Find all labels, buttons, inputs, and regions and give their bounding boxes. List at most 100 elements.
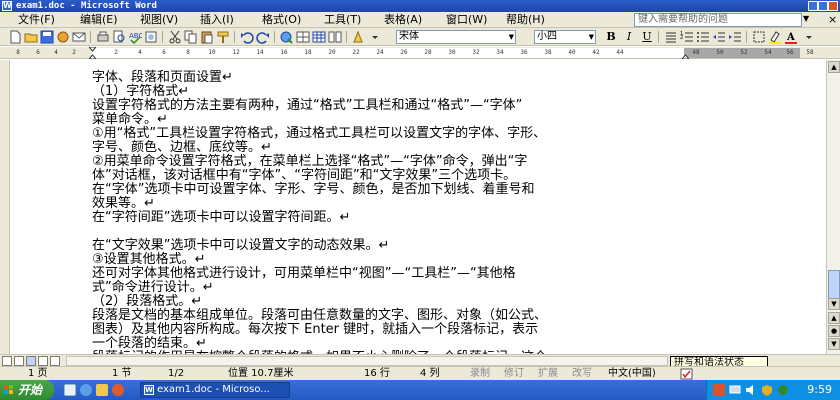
volume-icon[interactable] [745, 384, 757, 396]
menu-tools[interactable]: 工具(T) [324, 12, 361, 28]
font-color-icon[interactable]: A [784, 30, 798, 44]
vertical-ruler[interactable] [0, 60, 10, 354]
permission-icon[interactable] [56, 30, 70, 44]
format-painter-icon[interactable] [216, 30, 230, 44]
toolbar-options-icon[interactable] [802, 30, 816, 44]
media-player-icon[interactable] [112, 384, 124, 396]
align-justify-icon[interactable] [664, 30, 678, 44]
email-icon[interactable] [72, 30, 86, 44]
document-line[interactable]: 在“文字效果”选项卡中可以设置文字的动态效果。↵ [92, 238, 389, 253]
tables-borders-icon[interactable] [296, 30, 310, 44]
document-line[interactable]: 在“字体”选项卡中可设置字体、字形、字号、颜色，是否加下划线、着重号和 [92, 182, 534, 197]
menu-view[interactable]: 视图(V) [140, 12, 178, 28]
word-app-icon[interactable]: W [2, 1, 12, 11]
document-line[interactable]: 段落是文档的基本组成单位。段落可由任意数量的文字、图形、对象（如公式、 [92, 308, 547, 323]
insert-table-icon[interactable] [312, 30, 326, 44]
help-search-input[interactable]: 键入需要帮助的问题 [634, 13, 802, 27]
bullets-icon[interactable] [696, 30, 710, 44]
decrease-indent-icon[interactable] [712, 30, 726, 44]
numbering-icon[interactable]: 12 [680, 30, 694, 44]
document-close-button[interactable]: × [828, 13, 837, 26]
spelling-icon[interactable]: ABC [128, 30, 142, 44]
cut-icon[interactable] [168, 30, 182, 44]
toolbar-options-icon[interactable] [368, 30, 382, 44]
outside-border-icon[interactable] [752, 30, 766, 44]
normal-view-icon[interactable] [2, 356, 12, 366]
document-line[interactable]: ②用菜单命令设置字符格式，在菜单栏上选择“格式”—“字体”命令，弹出“字 [92, 154, 527, 169]
start-button[interactable]: 开始 [0, 380, 54, 400]
outline-view-icon[interactable] [38, 356, 48, 366]
scroll-down-icon[interactable]: ▼ [828, 298, 840, 310]
document-line[interactable]: ③设置其他格式。↵ [92, 252, 206, 267]
document-line[interactable]: 字号、颜色、边框、底纹等。↵ [92, 140, 272, 155]
document-line[interactable]: 效果等。↵ [92, 196, 155, 211]
document-line[interactable]: 图表）及其他内容所构成。每次按下 Enter 键时，就插入一个段落标记，表示 [92, 322, 538, 337]
paste-icon[interactable] [200, 30, 214, 44]
horizontal-scrollbar[interactable] [66, 356, 668, 366]
increase-indent-icon[interactable] [728, 30, 742, 44]
redo-icon[interactable] [256, 30, 270, 44]
columns-icon[interactable] [328, 30, 342, 44]
indent-marker-icon[interactable] [87, 46, 98, 60]
menu-format[interactable]: 格式(O) [262, 12, 301, 28]
maximize-button[interactable] [818, 1, 828, 11]
font-size-select[interactable]: 小四 ▼ [534, 30, 596, 44]
menu-table[interactable]: 表格(A) [384, 12, 422, 28]
folder-icon[interactable] [96, 384, 108, 396]
menu-insert[interactable]: 插入(I) [200, 12, 234, 28]
document-area[interactable]: 字体、段落和页面设置↵ （1）字符格式↵ 设置字符格式的方法主要有两种，通过“格… [0, 60, 826, 354]
underline-button[interactable]: U [640, 30, 654, 44]
messenger-icon[interactable] [777, 384, 789, 396]
document-line[interactable]: （1）字符格式↵ [92, 84, 189, 99]
reading-layout-view-icon[interactable] [50, 356, 60, 366]
drawing-icon[interactable] [352, 30, 366, 44]
scroll-up-icon[interactable]: ▲ [828, 61, 840, 73]
italic-button[interactable]: I [622, 30, 636, 44]
undo-icon[interactable] [240, 30, 254, 44]
web-layout-view-icon[interactable] [14, 356, 24, 366]
next-page-icon[interactable]: ▼ [828, 338, 840, 350]
bold-button[interactable]: B [604, 30, 618, 44]
status-overtype[interactable]: 改写 [572, 367, 592, 381]
select-browse-object-icon[interactable]: ● [828, 325, 840, 337]
highlight-icon[interactable] [768, 30, 782, 44]
document-line[interactable]: ①用“格式”工具栏设置字符格式，通过格式工具栏可以设置文字的字体、字形、 [92, 126, 546, 141]
shield-icon[interactable] [761, 384, 773, 396]
scrollbar-thumb[interactable] [828, 270, 840, 300]
print-icon[interactable] [96, 30, 110, 44]
document-line[interactable]: 一个段落的结束。↵ [92, 336, 207, 351]
desktop-icon[interactable] [64, 384, 76, 396]
vertical-scrollbar[interactable]: ▲ ▼ ▲ ● ▼ [826, 60, 840, 354]
insert-hyperlink-icon[interactable] [280, 30, 294, 44]
menu-edit[interactable]: 编辑(E) [80, 12, 118, 28]
document-line[interactable]: 字体、段落和页面设置↵ [92, 70, 233, 85]
browser-icon[interactable] [80, 384, 92, 396]
open-folder-icon[interactable] [24, 30, 38, 44]
status-extend[interactable]: 扩展 [538, 367, 558, 381]
font-name-select[interactable]: 宋体 ▼ [396, 30, 516, 44]
taskbar-word-window[interactable]: W exam1.doc - Microso... [140, 382, 290, 398]
new-document-icon[interactable] [8, 30, 22, 44]
document-line[interactable]: （2）段落格式。↵ [92, 294, 202, 309]
network-icon[interactable] [729, 384, 741, 396]
previous-page-icon[interactable]: ▲ [828, 312, 840, 324]
document-line[interactable]: 式”命令进行设计。↵ [92, 280, 214, 295]
horizontal-ruler[interactable]: 8 6 4 2 2 4 6 8 10 12 14 16 18 20 22 24 … [0, 46, 840, 60]
minimize-button[interactable] [808, 1, 818, 11]
document-line[interactable]: 设置字符格式的方法主要有两种，通过“格式”工具栏和通过“格式”—“字体” [92, 98, 522, 113]
document-line[interactable]: 体”对话框，该对话框中有“字体”、“字符间距”和“文字效果”三个选项卡。 [92, 168, 516, 183]
ime-icon[interactable] [713, 384, 725, 396]
document-line[interactable]: 在“字符间距”选项卡中可以设置字符间距。↵ [92, 210, 350, 225]
print-preview-icon[interactable] [112, 30, 126, 44]
save-icon[interactable] [40, 30, 54, 44]
menu-help[interactable]: 帮助(H) [506, 12, 545, 28]
status-track-changes[interactable]: 修订 [504, 367, 524, 381]
document-line[interactable]: 菜单命令。↵ [92, 112, 168, 127]
document-line[interactable]: 还可对字体其他格式进行设计，可用菜单栏中“视图”—“工具栏”—“其他格 [92, 266, 516, 281]
research-icon[interactable] [144, 30, 158, 44]
menu-window[interactable]: 窗口(W) [446, 12, 487, 28]
chevron-down-icon[interactable]: ▼ [803, 14, 809, 23]
close-button[interactable] [828, 1, 838, 11]
copy-icon[interactable] [184, 30, 198, 44]
menu-file[interactable]: 文件(F) [18, 12, 55, 28]
